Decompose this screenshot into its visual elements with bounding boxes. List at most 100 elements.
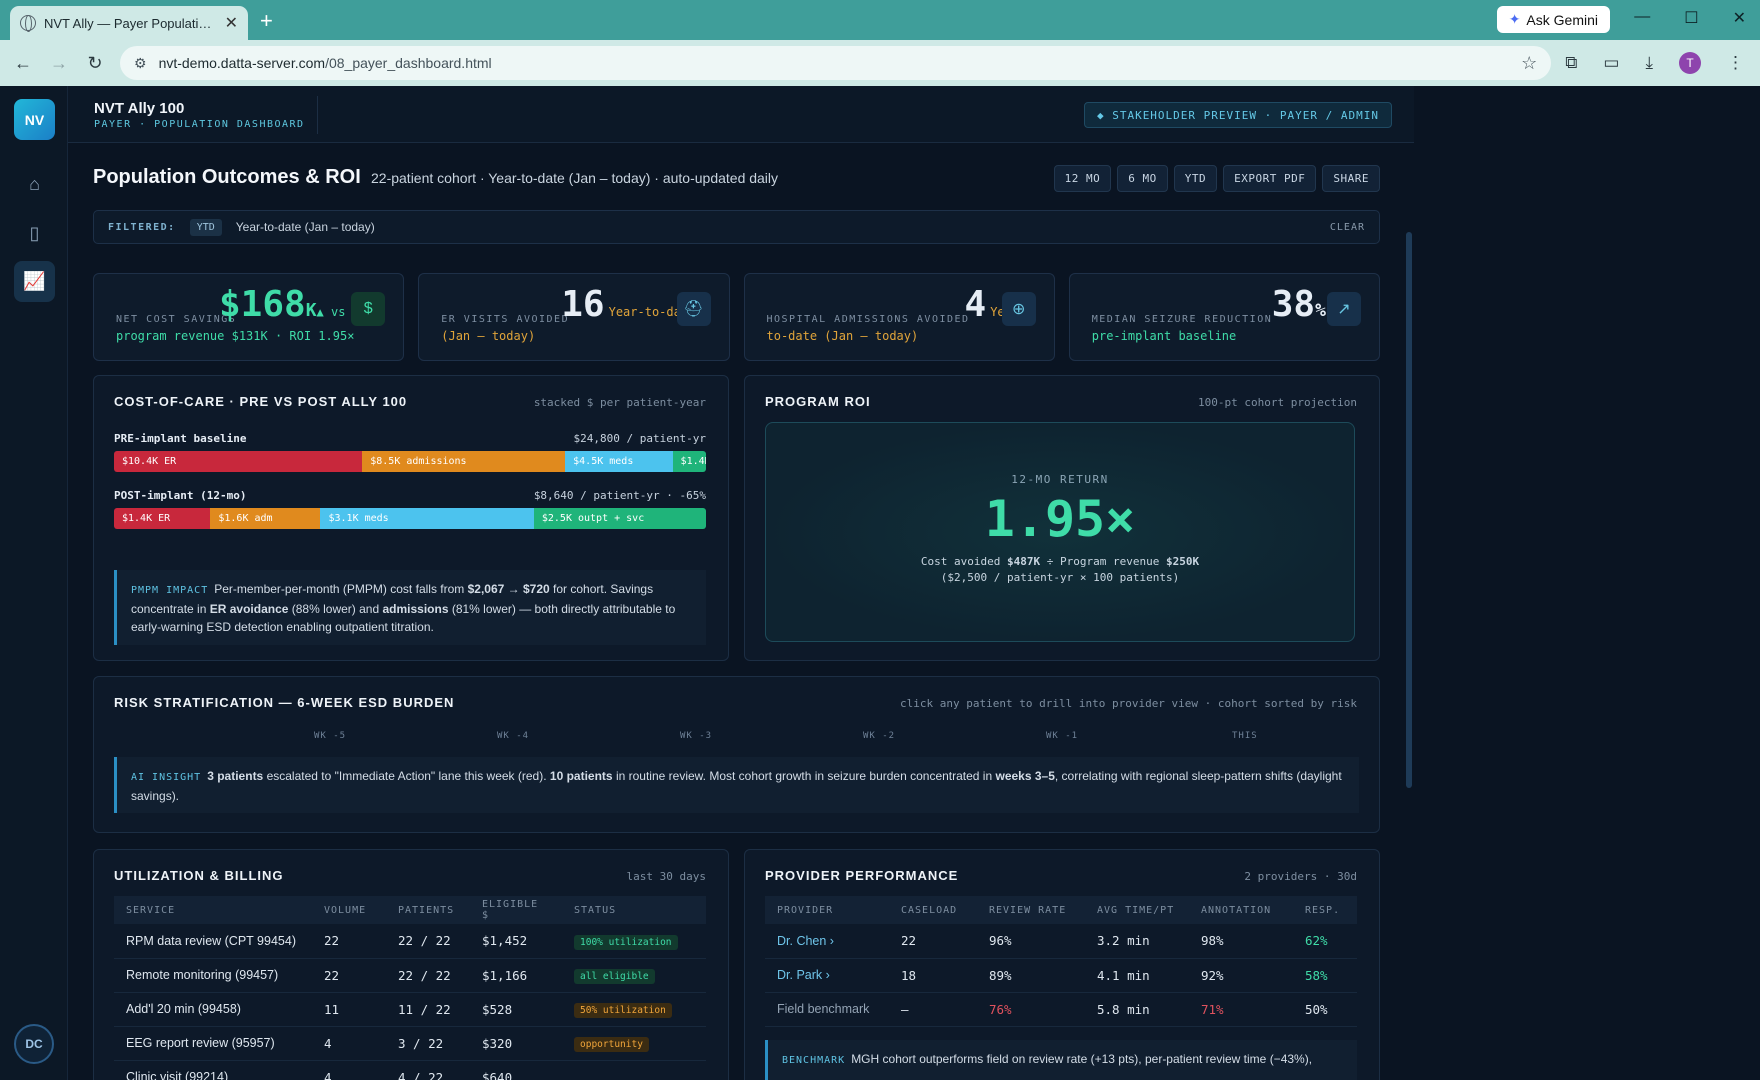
panel-caption: last 30 days (626, 870, 706, 883)
week-label: THIS (1232, 731, 1258, 741)
ai-insight-note: AI INSIGHT 3 patients escalated to "Immed… (114, 757, 1359, 813)
post-implant-row: POST-implant (12-mo) $8,640 / patient-yr… (114, 489, 706, 529)
address-bar: ← → ↻ ⚙ nvt-demo.datta-server.com/08_pay… (0, 40, 1760, 86)
cost-segment: $8.5K admissions (362, 451, 566, 472)
ask-gemini-button[interactable]: ✦ Ask Gemini (1496, 6, 1610, 33)
reload-icon[interactable]: ↻ (84, 53, 106, 74)
kpi-admissions: HOSPITAL ADMISSIONS AVOIDED 4Year- to-da… (743, 273, 1055, 361)
table-row[interactable]: Dr. Chen › 22 96% 3.2 min 98% 62% (765, 924, 1357, 959)
table-row[interactable]: EEG report review (95957) 4 3 / 22 $320 oppo… (114, 1026, 706, 1061)
utilization-table: SERVICE VOLUME PATIENTS ELIGIBLE $ STATU… (114, 896, 706, 1080)
browser-tab-strip: NVT Ally — Payer Population D ✕ + ✦ Ask G… (0, 0, 1760, 40)
kpi-seizure-reduction: MEDIAN SEIZURE REDUCTION 38%vs pre-impla… (1068, 273, 1380, 361)
main-content: Population Outcomes & ROI 22-patient coh… (68, 143, 1414, 1080)
app-subtitle: PAYER · POPULATION DASHBOARD (94, 119, 305, 130)
pre-implant-stacked-bar: $10.4K ER$8.5K admissions$4.5K meds$1.4K… (114, 451, 706, 472)
cost-segment: $4.5K meds (565, 451, 673, 472)
cost-segment: $2.5K outpt + svc (533, 508, 706, 529)
page-subtitle: 22-patient cohort · Year-to-date (Jan – … (371, 170, 779, 186)
panel-title: UTILIZATION & BILLING (114, 868, 284, 883)
ambulance-icon: ⛑ (676, 292, 711, 326)
close-window-icon[interactable]: ✕ (1733, 8, 1746, 28)
range-6mo-button[interactable]: 6 MO (1117, 165, 1168, 192)
cost-segment: $1.6K adm (210, 508, 321, 529)
forward-icon[interactable]: → (48, 53, 70, 74)
app-name: NVT Ally 100 (94, 100, 185, 117)
panel-caption: stacked $ per patient-year (533, 396, 706, 409)
program-roi-panel: PROGRAM ROI 100-pt cohort projection 12-… (744, 375, 1380, 661)
status-badge: 50% utilization (574, 1003, 672, 1018)
close-tab-icon[interactable]: ✕ (225, 13, 238, 33)
table-row[interactable]: Add'l 20 min (99458) 11 11 / 22 $528 50% uti… (114, 992, 706, 1027)
dollar-icon: $ (351, 292, 386, 326)
benchmark-note: BENCHMARK MGH cohort outperforms field on… (765, 1040, 1357, 1080)
menu-kebab-icon[interactable]: ⋮ (1727, 53, 1744, 73)
new-tab-button[interactable]: + (260, 8, 273, 34)
status-badge: 100% utilization (574, 934, 678, 950)
tab-title: NVT Ally — Payer Population D (44, 15, 217, 31)
stakeholder-badge: ◆ STAKEHOLDER PREVIEW · PAYER / ADMIN (1083, 102, 1392, 128)
provider-link[interactable]: Dr. Park › (765, 958, 889, 993)
provider-table: PROVIDER CASELOAD REVIEW RATE AVG TIME/P… (765, 896, 1357, 1027)
table-row[interactable]: Dr. Park › 18 89% 4.1 min 92% 58% (765, 958, 1357, 993)
share-button[interactable]: SHARE (1322, 165, 1380, 192)
home-icon[interactable]: ⌂ (14, 164, 55, 205)
export-pdf-button[interactable]: EXPORT PDF (1223, 165, 1317, 192)
download-icon[interactable]: ⤓ (1645, 53, 1653, 73)
app-header: NVT Ally 100 PAYER · POPULATION DASHBOAR… (68, 86, 1414, 143)
range-ytd-button[interactable]: YTD (1173, 165, 1218, 192)
table-row[interactable]: Clinic visit (99214) 4 4 / 22 $640 (114, 1060, 706, 1080)
filter-tag: YTD (189, 218, 222, 236)
week-label: WK -5 (314, 731, 347, 741)
roi-value: 1.95× (984, 490, 1136, 548)
bookmark-star-icon[interactable]: ☆ (1521, 53, 1537, 74)
post-implant-stacked-bar: $1.4K ER $1.6K adm $3.1K meds $2.5K outpt +… (114, 508, 706, 529)
week-label: WK -4 (497, 731, 530, 741)
divider (317, 96, 318, 134)
globe-icon (20, 15, 36, 32)
table-row[interactable]: RPM data review (CPT 99454) 22 22 / 22 $1,4… (114, 924, 706, 959)
cost-segment: $10.4K ER (114, 451, 363, 472)
cost-segment: $1.4K ER (114, 508, 211, 529)
panel-title: COST-OF-CARE · PRE VS POST ALLY 100 (114, 394, 408, 409)
risk-stratification-panel: RISK STRATIFICATION — 6-WEEK ESD BURDEN … (93, 676, 1380, 833)
provider-link[interactable]: Dr. Chen › (765, 924, 889, 959)
panel-title: RISK STRATIFICATION — 6-WEEK ESD BURDEN (114, 695, 455, 710)
url-field[interactable]: ⚙ nvt-demo.datta-server.com/08_payer_das… (120, 46, 1552, 80)
pre-implant-row: PRE-implant baseline $24,800 / patient-y… (114, 432, 706, 472)
cost-of-care-panel: COST-OF-CARE · PRE VS POST ALLY 100 stac… (93, 375, 729, 661)
panel-caption: 100-pt cohort projection (1198, 396, 1357, 409)
panel-title: PROVIDER PERFORMANCE (765, 868, 959, 883)
filter-text: Year-to-date (Jan – today) (235, 220, 375, 234)
clear-filter-button[interactable]: CLEAR (1330, 222, 1365, 233)
hospital-icon: ⊕ (1001, 292, 1036, 326)
maximize-icon[interactable]: ☐ (1684, 8, 1698, 28)
cast-icon[interactable]: ▭ (1603, 53, 1619, 73)
range-toolbar: 12 MO 6 MO YTD EXPORT PDF SHARE (1053, 165, 1380, 192)
utilization-billing-panel: UTILIZATION & BILLING last 30 days SERVI… (93, 849, 729, 1080)
site-info-icon[interactable]: ⚙ (134, 55, 147, 72)
table-row: Field benchmark —76% 5.8 min 71% 50% (765, 992, 1357, 1027)
week-label: WK -2 (863, 731, 896, 741)
profile-avatar[interactable]: T (1679, 52, 1701, 74)
cost-segment: $3.1K meds (320, 508, 534, 529)
panel-caption: 2 providers · 30d (1244, 870, 1357, 883)
range-12mo-button[interactable]: 12 MO (1053, 165, 1112, 192)
kpi-er-visits: ER VISITS AVOIDED 16 Year-to-date (Jan – … (418, 273, 730, 361)
browser-tab[interactable]: NVT Ally — Payer Population D ✕ (10, 6, 248, 40)
minimize-icon[interactable]: — (1634, 8, 1650, 28)
page-title: Population Outcomes & ROI (93, 166, 361, 188)
app-logo[interactable]: NV (14, 99, 55, 140)
back-icon[interactable]: ← (12, 53, 34, 74)
panel-caption: click any patient to drill into provider… (900, 697, 1357, 710)
status-badge: opportunity (574, 1037, 649, 1052)
provider-performance-panel: PROVIDER PERFORMANCE 2 providers · 30d P… (744, 849, 1380, 1080)
pmpm-impact-note: PMPM IMPACT Per-member-per-month (PMPM) c… (114, 570, 706, 645)
filter-bar: FILTERED: YTD Year-to-date (Jan – today)… (93, 210, 1380, 244)
device-icon[interactable]: ▯ (14, 213, 55, 254)
extensions-icon[interactable]: ⧉ (1565, 53, 1577, 73)
analytics-icon[interactable]: 📈 (14, 261, 55, 302)
kpi-row: NET COST SAVINGS $168K▲ vs program reven… (93, 273, 1380, 361)
user-avatar[interactable]: DC (14, 1024, 54, 1064)
table-row[interactable]: Remote monitoring (99457) 22 22 / 22 $1,166… (114, 958, 706, 993)
